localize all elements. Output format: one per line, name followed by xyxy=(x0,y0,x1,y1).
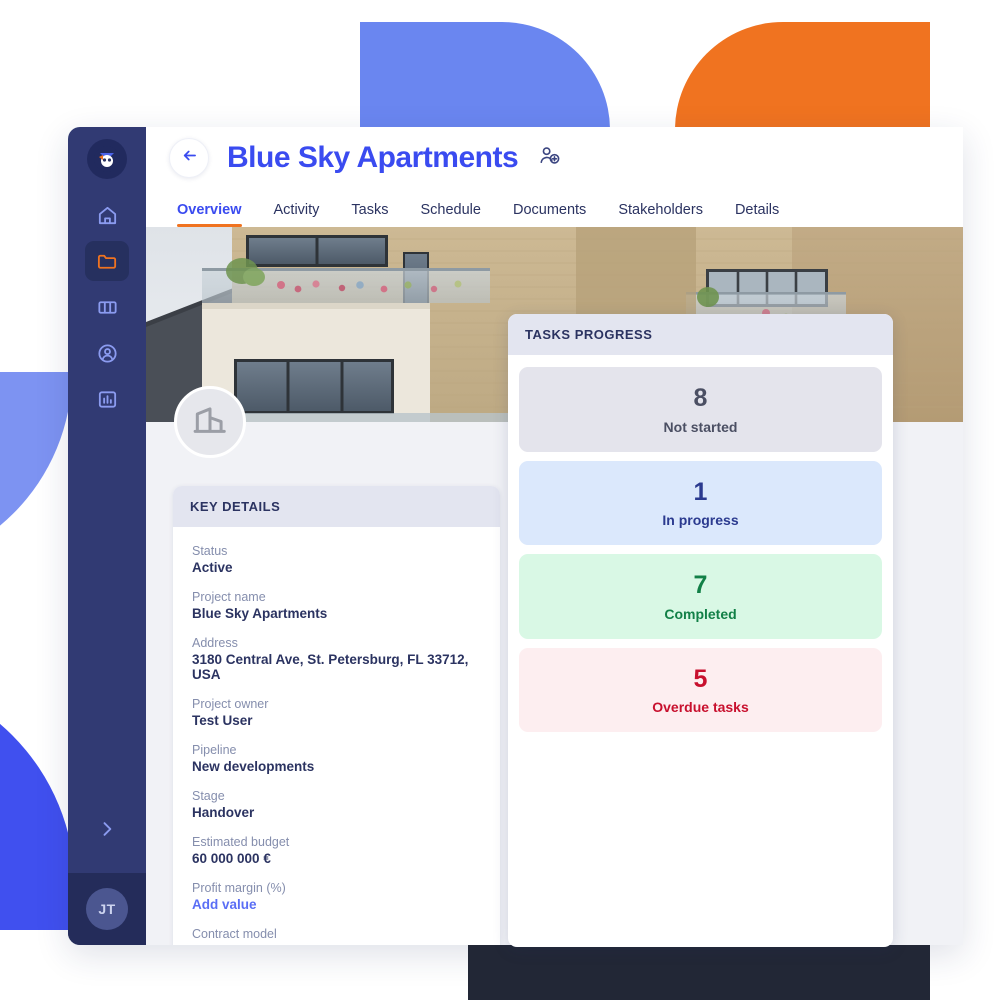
tab-activity[interactable]: Activity xyxy=(274,202,320,227)
detail-label: Estimated budget xyxy=(192,835,290,849)
detail-value: 3180 Central Ave, St. Petersburg, FL 337… xyxy=(192,652,469,682)
detail-row-project-name: Project name Blue Sky Apartments xyxy=(192,590,481,621)
add-person-button[interactable] xyxy=(534,143,564,173)
detail-value: Blue Sky Apartments xyxy=(192,606,328,621)
task-label: Completed xyxy=(664,605,737,622)
tasks-progress-card: TASKS PROGRESS 8 Not started 1 In progre… xyxy=(508,314,893,947)
task-count: 5 xyxy=(693,664,708,693)
page-title: Blue Sky Apartments xyxy=(227,141,519,174)
sidebar-item-reports[interactable] xyxy=(85,379,129,419)
detail-label: Stage xyxy=(192,789,225,803)
columns-icon xyxy=(96,296,119,319)
detail-value: Test User xyxy=(192,713,253,728)
detail-row-contract-model: Contract model Planning project xyxy=(192,927,481,945)
sidebar-item-home[interactable] xyxy=(85,195,129,235)
decoration-orange-arc-top xyxy=(675,22,930,130)
key-details-title: KEY DETAILS xyxy=(173,486,500,527)
task-count: 1 xyxy=(693,477,708,506)
crew-logo[interactable] xyxy=(87,139,127,179)
back-button[interactable] xyxy=(169,138,209,178)
arrow-left-icon xyxy=(180,146,199,170)
detail-label: Contract model xyxy=(192,927,277,941)
chevron-right-icon xyxy=(97,819,117,844)
detail-label: Project name xyxy=(192,590,266,604)
screenshot-stage: JT Blue Sky Apartments Overview Activity… xyxy=(0,0,1000,1000)
detail-row-pipeline: Pipeline New developments xyxy=(192,743,481,774)
folder-icon xyxy=(96,250,119,273)
detail-row-status: Status Active xyxy=(192,544,481,575)
task-count: 8 xyxy=(693,384,708,412)
sidebar-item-contacts[interactable] xyxy=(85,333,129,373)
key-details-body: Status Active Project name Blue Sky Apar… xyxy=(173,527,500,945)
detail-row-profit-margin: Profit margin (%) Add value xyxy=(192,881,481,912)
sidebar-nav-list xyxy=(85,195,129,419)
task-count: 7 xyxy=(693,571,708,599)
tab-details[interactable]: Details xyxy=(735,202,779,227)
decoration-dark-bar-bottom xyxy=(468,945,930,1000)
sidebar-footer: JT xyxy=(68,873,146,945)
decoration-lightblue-arc-left xyxy=(0,372,72,572)
page-header: Blue Sky Apartments xyxy=(146,127,963,189)
tasks-progress-body: 8 Not started 1 In progress 7 Completed … xyxy=(508,355,893,753)
detail-label: Pipeline xyxy=(192,743,237,757)
project-avatar xyxy=(174,386,246,458)
detail-value: 60 000 000 € xyxy=(192,851,271,866)
add-person-icon xyxy=(538,144,561,172)
tab-bar: Overview Activity Tasks Schedule Documen… xyxy=(146,189,963,227)
detail-row-estimated-budget: Estimated budget 60 000 000 € xyxy=(192,835,481,866)
add-value-link[interactable]: Add value xyxy=(192,897,481,912)
tab-tasks[interactable]: Tasks xyxy=(351,202,388,227)
user-circle-icon xyxy=(96,342,119,365)
detail-row-stage: Stage Handover xyxy=(192,789,481,820)
detail-row-project-owner: Project owner Test User xyxy=(192,697,481,728)
detail-value: Planning project xyxy=(192,943,481,945)
task-label: In progress xyxy=(662,512,739,528)
detail-value: New developments xyxy=(192,759,315,774)
detail-value: Active xyxy=(192,560,233,575)
detail-value: Handover xyxy=(192,805,255,820)
task-card-overdue[interactable]: 5 Overdue tasks xyxy=(519,647,882,732)
task-label: Not started xyxy=(663,418,738,435)
decoration-blue-arc-top xyxy=(360,22,610,130)
home-icon xyxy=(96,204,119,227)
task-card-in-progress[interactable]: 1 In progress xyxy=(519,460,882,545)
detail-label: Profit margin (%) xyxy=(192,881,286,895)
detail-label: Status xyxy=(192,544,228,558)
decoration-blue-arc-left xyxy=(0,672,75,930)
sidebar-item-board[interactable] xyxy=(85,287,129,327)
task-label: Overdue tasks xyxy=(652,699,749,715)
tasks-progress-title: TASKS PROGRESS xyxy=(508,314,893,355)
building-icon xyxy=(191,401,229,444)
detail-row-address: Address 3180 Central Ave, St. Petersburg… xyxy=(192,636,481,682)
task-card-completed[interactable]: 7 Completed xyxy=(519,554,882,639)
task-card-not-started[interactable]: 8 Not started xyxy=(519,367,882,452)
detail-label: Address xyxy=(192,636,238,650)
avatar[interactable]: JT xyxy=(86,888,128,930)
sidebar-expand-button[interactable] xyxy=(85,811,129,851)
tab-overview[interactable]: Overview xyxy=(177,202,242,227)
bar-chart-icon xyxy=(96,388,119,411)
key-details-card: KEY DETAILS Status Active Project name B… xyxy=(173,486,500,945)
tab-schedule[interactable]: Schedule xyxy=(421,202,481,227)
tab-stakeholders[interactable]: Stakeholders xyxy=(618,202,703,227)
tab-documents[interactable]: Documents xyxy=(513,202,586,227)
sidebar-item-projects[interactable] xyxy=(85,241,129,281)
sidebar: JT xyxy=(68,127,146,945)
detail-label: Project owner xyxy=(192,697,269,711)
